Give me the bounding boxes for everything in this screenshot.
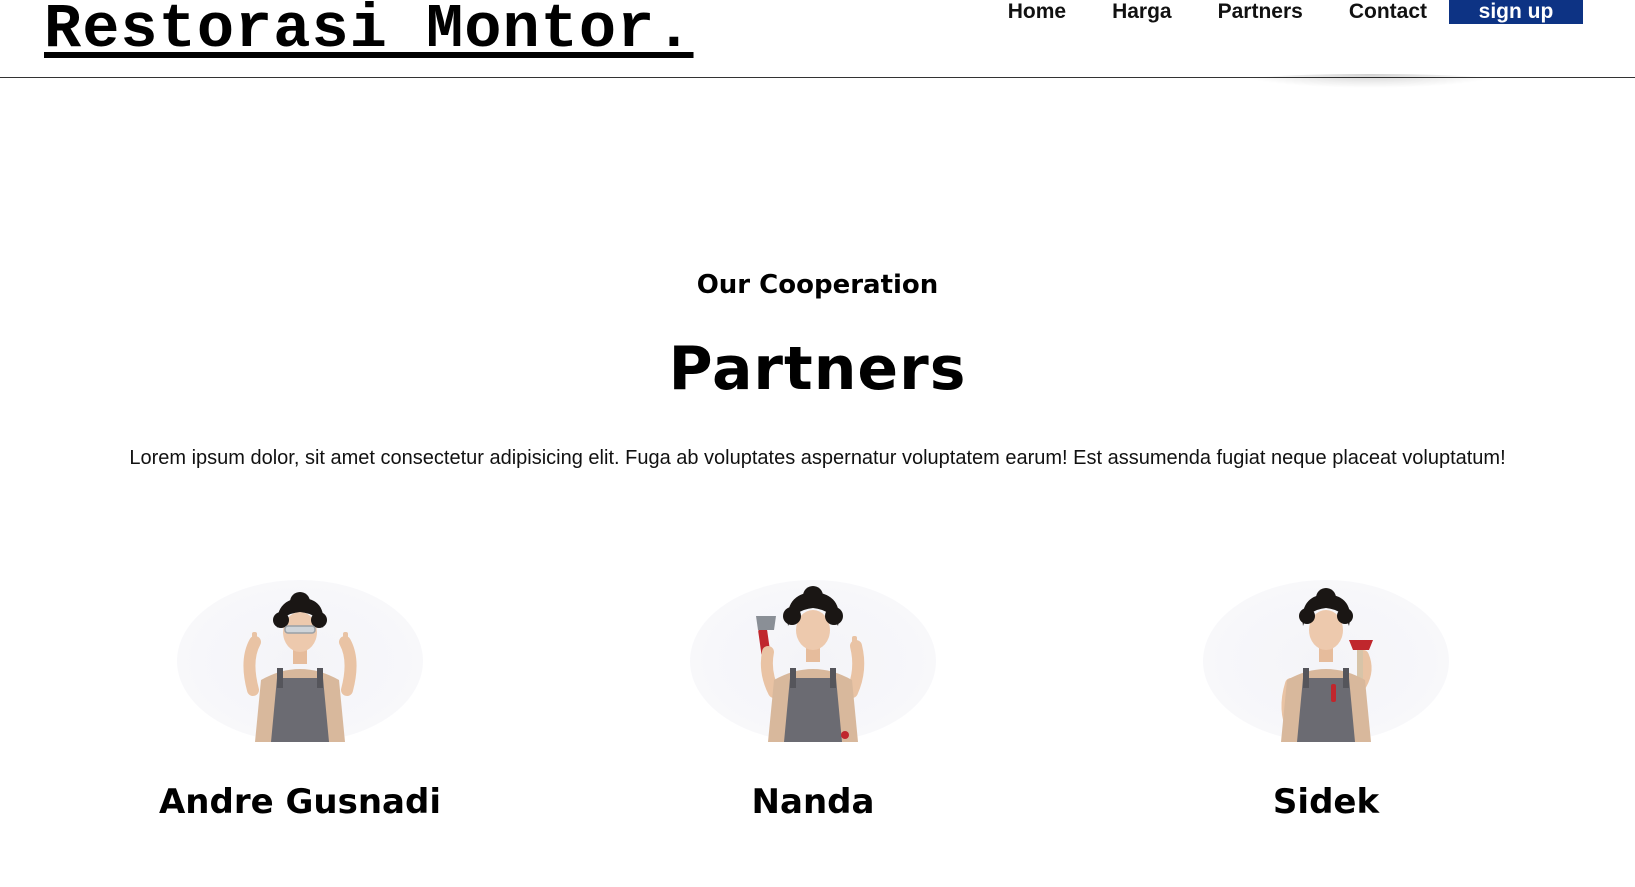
site-logo[interactable]: Restorasi Montor. xyxy=(44,0,694,65)
partner-card: Sidek xyxy=(1176,580,1476,822)
main-nav: Home Harga Partners Contact sign up xyxy=(1008,0,1583,24)
nav-harga-link[interactable]: Harga xyxy=(1112,0,1172,24)
section-description: Lorem ipsum dolor, sit amet consectetur … xyxy=(129,447,1506,469)
partner-card: Andre Gusnadi xyxy=(150,580,450,822)
section-subtitle: Our Cooperation xyxy=(696,270,939,300)
nav-partners-link[interactable]: Partners xyxy=(1218,0,1303,24)
partner-name: Nanda xyxy=(751,782,875,822)
nav-home-link[interactable]: Home xyxy=(1008,0,1066,24)
mechanic-photo-icon xyxy=(1281,588,1373,742)
partner-card: Nanda xyxy=(663,580,963,822)
mechanic-photo-icon xyxy=(756,586,865,742)
partner-avatar xyxy=(690,580,936,742)
partner-name: Sidek xyxy=(1272,782,1380,822)
nav-contact-link[interactable]: Contact xyxy=(1349,0,1427,24)
partner-name: Andre Gusnadi xyxy=(158,782,441,822)
partner-avatar xyxy=(1203,580,1449,742)
site-header: Restorasi Montor. Home Harga Partners Co… xyxy=(0,0,1635,78)
mechanic-photo-icon xyxy=(243,592,357,742)
sign-up-button[interactable]: sign up xyxy=(1449,0,1583,24)
header-shadow xyxy=(1240,74,1500,88)
section-title: Partners xyxy=(668,334,967,404)
partner-avatar xyxy=(177,580,423,742)
